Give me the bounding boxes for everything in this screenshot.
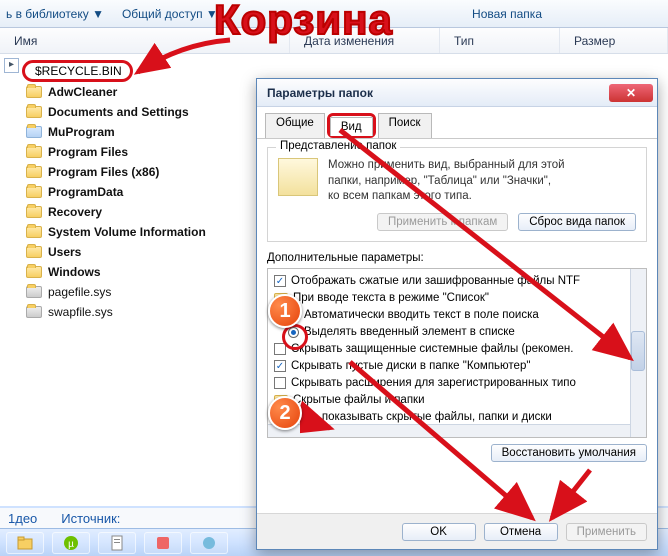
add-to-library[interactable]: ь в библиотеку ▼: [6, 7, 104, 21]
col-type[interactable]: Тип: [440, 28, 560, 53]
file-name: AdwCleaner: [48, 85, 117, 99]
tree-label: Выделять введенный элемент в списке: [304, 326, 515, 338]
tree-label: Скрывать расширения для зарегистрированн…: [291, 377, 576, 389]
annotation-title: Корзина: [214, 0, 393, 44]
list-item[interactable]: $RECYCLE.BIN: [22, 60, 133, 82]
tree-label: Автоматически вводить текст в поле поиск…: [304, 309, 539, 321]
list-item[interactable]: Program Files: [22, 142, 240, 162]
reset-folders-button[interactable]: Сброс вида папок: [518, 213, 636, 231]
folder-icon: [26, 206, 42, 218]
folders-icon: [278, 158, 318, 196]
taskbar-doc-icon[interactable]: [98, 532, 136, 554]
folder-icon: [26, 86, 42, 98]
folder-icon: [26, 226, 42, 238]
tree-label: Отображать сжатые или зашифрованные файл…: [291, 275, 580, 287]
file-name: MuProgram: [48, 125, 115, 139]
tree-label: При вводе текста в режиме "Список": [293, 292, 489, 304]
ok-button[interactable]: OK: [402, 523, 476, 541]
checkbox[interactable]: ✓: [274, 360, 286, 372]
list-item[interactable]: pagefile.sys: [22, 282, 240, 302]
advanced-label: Дополнительные параметры:: [267, 252, 647, 264]
list-item[interactable]: Users: [22, 242, 240, 262]
share-menu[interactable]: Общий доступ ▼: [122, 7, 218, 21]
file-name: Program Files: [48, 145, 128, 159]
folder-icon: [26, 106, 42, 118]
list-item[interactable]: Windows: [22, 262, 240, 282]
sysfile-icon: [26, 306, 42, 318]
folder-icon: [26, 146, 42, 158]
dialog-tabs: Общие Вид Поиск: [257, 107, 657, 139]
list-item[interactable]: Recovery: [22, 202, 240, 222]
file-name: swapfile.sys: [48, 305, 113, 319]
checkbox[interactable]: [274, 377, 286, 389]
file-name: Program Files (x86): [48, 165, 159, 179]
new-folder[interactable]: Новая папка: [472, 7, 542, 21]
tree-label: Скрывать защищенные системные файлы (рек…: [291, 343, 573, 355]
dialog-title: Параметры папок: [267, 86, 373, 100]
list-item[interactable]: Program Files (x86): [22, 162, 240, 182]
tab-general[interactable]: Общие: [265, 113, 325, 138]
folder-icon: [26, 186, 42, 198]
folder-icon: [26, 126, 42, 138]
tab-view[interactable]: Вид: [330, 117, 373, 136]
expand-toggle[interactable]: ▸: [4, 58, 19, 73]
strip-source: Источник:: [61, 511, 120, 526]
tab-search[interactable]: Поиск: [378, 113, 432, 138]
group-legend: Представление папок: [276, 140, 400, 152]
list-item[interactable]: Documents and Settings: [22, 102, 240, 122]
file-name: pagefile.sys: [48, 285, 111, 299]
svg-text:µ: µ: [68, 539, 74, 550]
sysfile-icon: [26, 286, 42, 298]
folder-options-dialog: Параметры папок ✕ Общие Вид Поиск Предст…: [256, 78, 658, 550]
taskbar-utorrent-icon[interactable]: µ: [52, 532, 90, 554]
dialog-footer: OK Отмена Применить: [257, 513, 657, 549]
advanced-settings-tree[interactable]: ✓ Отображать сжатые или зашифрованные фай…: [267, 268, 647, 438]
close-button[interactable]: ✕: [609, 84, 653, 102]
folder-icon: [26, 246, 42, 258]
group-text: Можно применить вид, выбранный для этой …: [328, 158, 565, 205]
annotation-marker-1: 1: [268, 294, 302, 328]
checkbox[interactable]: ✓: [274, 275, 286, 287]
file-name: Recovery: [48, 205, 102, 219]
file-list: ▸ $RECYCLE.BIN AdwCleaner Documents and …: [0, 54, 240, 322]
taskbar-explorer-icon[interactable]: [6, 532, 44, 554]
folder-view-group: Представление папок Можно применить вид,…: [267, 147, 647, 242]
cancel-button[interactable]: Отмена: [484, 523, 558, 541]
dialog-titlebar[interactable]: Параметры папок ✕: [257, 79, 657, 107]
col-size[interactable]: Размер: [560, 28, 668, 53]
folder-icon: [26, 266, 42, 278]
tree-label: Скрывать пустые диски в папке "Компьютер…: [291, 360, 530, 372]
annotation-marker-2: 2: [268, 396, 302, 430]
file-name: ProgramData: [48, 185, 123, 199]
restore-defaults-button[interactable]: Восстановить умолчания: [491, 444, 647, 462]
scrollbar-thumb[interactable]: [631, 331, 645, 371]
horizontal-scrollbar[interactable]: [268, 424, 630, 437]
file-name: $RECYCLE.BIN: [35, 64, 122, 78]
file-name: Documents and Settings: [48, 105, 189, 119]
list-item[interactable]: ProgramData: [22, 182, 240, 202]
tree-label: Не показывать скрытые файлы, папки и дис…: [304, 411, 552, 423]
file-name: Windows: [48, 265, 101, 279]
strip-video: 1део: [8, 511, 37, 526]
list-item[interactable]: AdwCleaner: [22, 82, 240, 102]
taskbar-app-icon[interactable]: [144, 532, 182, 554]
apply-button: Применить: [566, 523, 647, 541]
folder-icon: [26, 166, 42, 178]
file-name: System Volume Information: [48, 225, 206, 239]
list-item[interactable]: swapfile.sys: [22, 302, 240, 322]
list-item[interactable]: System Volume Information: [22, 222, 240, 242]
list-item[interactable]: MuProgram: [22, 122, 240, 142]
file-name: Users: [48, 245, 81, 259]
tree-label: Скрытые файлы и папки: [293, 394, 425, 406]
apply-to-folders-button: Применить к папкам: [377, 213, 508, 231]
taskbar-app2-icon[interactable]: [190, 532, 228, 554]
